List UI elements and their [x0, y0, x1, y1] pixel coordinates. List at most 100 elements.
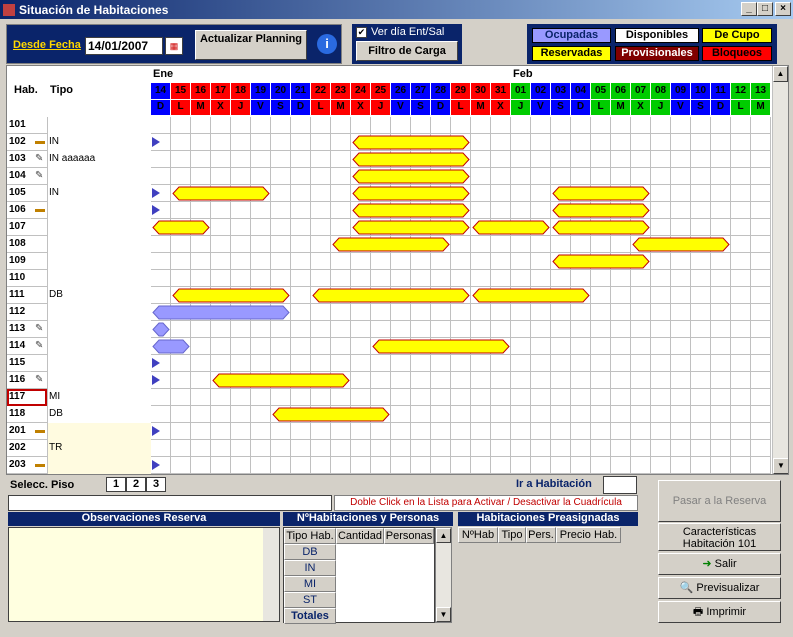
- grid-cell[interactable]: [351, 355, 371, 372]
- grid-cell[interactable]: [491, 134, 511, 151]
- grid-cell[interactable]: [351, 457, 371, 474]
- grid-cell[interactable]: [751, 372, 771, 389]
- grid-cell[interactable]: [731, 338, 751, 355]
- grid-cell[interactable]: [491, 185, 511, 202]
- grid-cell[interactable]: [371, 321, 391, 338]
- grid-cell[interactable]: [311, 389, 331, 406]
- grid-cell[interactable]: [671, 406, 691, 423]
- grid-cell[interactable]: [331, 338, 351, 355]
- grid-cell[interactable]: [191, 440, 211, 457]
- grid-cell[interactable]: [711, 168, 731, 185]
- grid-cell[interactable]: [611, 406, 631, 423]
- grid-cell[interactable]: [271, 389, 291, 406]
- grid-cell[interactable]: [731, 372, 751, 389]
- grid-cell[interactable]: [431, 372, 451, 389]
- grid-cell[interactable]: [751, 253, 771, 270]
- grid-cell[interactable]: [611, 389, 631, 406]
- grid-cell[interactable]: [431, 423, 451, 440]
- grid-cell[interactable]: [171, 168, 191, 185]
- grid-cell[interactable]: [171, 355, 191, 372]
- grid-cell[interactable]: [211, 406, 231, 423]
- grid-cell[interactable]: [211, 168, 231, 185]
- reservation-bar[interactable]: [552, 254, 650, 269]
- grid-cell[interactable]: [711, 117, 731, 134]
- grid-cell[interactable]: [631, 423, 651, 440]
- grid-cell[interactable]: [291, 219, 311, 236]
- grid-cell[interactable]: [731, 440, 751, 457]
- grid-cell[interactable]: [691, 457, 711, 474]
- close-button[interactable]: ×: [775, 2, 791, 16]
- grid-cell[interactable]: [151, 270, 171, 287]
- grid-cell[interactable]: [531, 338, 551, 355]
- grid-cell[interactable]: [211, 423, 231, 440]
- grid-cell[interactable]: [611, 236, 631, 253]
- grid-cell[interactable]: [571, 134, 591, 151]
- grid-cell[interactable]: [591, 355, 611, 372]
- grid-cell[interactable]: [331, 389, 351, 406]
- grid-cell[interactable]: [371, 355, 391, 372]
- grid-cell[interactable]: [311, 236, 331, 253]
- grid-cell[interactable]: [231, 406, 251, 423]
- grid-cell[interactable]: [571, 372, 591, 389]
- grid-cell[interactable]: [411, 372, 431, 389]
- grid-cell[interactable]: [611, 304, 631, 321]
- grid-cell[interactable]: [211, 321, 231, 338]
- num-table-scrollbar[interactable]: ▲ ▼: [435, 527, 452, 623]
- grid-cell[interactable]: [691, 134, 711, 151]
- grid-cell[interactable]: [751, 168, 771, 185]
- grid-cell[interactable]: [631, 134, 651, 151]
- grid-cell[interactable]: [291, 202, 311, 219]
- scroll-up-icon[interactable]: ▲: [436, 528, 451, 543]
- grid-cell[interactable]: [211, 355, 231, 372]
- grid-cell[interactable]: [731, 185, 751, 202]
- grid-cell[interactable]: [531, 151, 551, 168]
- grid-cell[interactable]: [351, 338, 371, 355]
- reservation-bar[interactable]: [332, 237, 450, 252]
- reservation-bar[interactable]: [352, 203, 470, 218]
- grid-cell[interactable]: [571, 270, 591, 287]
- grid-cell[interactable]: [191, 372, 211, 389]
- grid-cell[interactable]: [331, 134, 351, 151]
- grid-cell[interactable]: [191, 253, 211, 270]
- grid-cell[interactable]: [411, 117, 431, 134]
- grid-cell[interactable]: [511, 406, 531, 423]
- grid-cell[interactable]: [731, 406, 751, 423]
- grid-cell[interactable]: [391, 440, 411, 457]
- grid-cell[interactable]: [311, 440, 331, 457]
- grid-cell[interactable]: [231, 440, 251, 457]
- grid-cell[interactable]: [491, 151, 511, 168]
- grid-cell[interactable]: [691, 287, 711, 304]
- ir-habitacion-input[interactable]: [603, 476, 637, 494]
- grid-cell[interactable]: [651, 168, 671, 185]
- grid-cell[interactable]: [351, 253, 371, 270]
- grid-cell[interactable]: [431, 440, 451, 457]
- grid-cell[interactable]: [151, 236, 171, 253]
- room-number[interactable]: 109: [7, 253, 47, 270]
- grid-cell[interactable]: [711, 151, 731, 168]
- grid-cell[interactable]: [311, 202, 331, 219]
- grid-cell[interactable]: [411, 457, 431, 474]
- reservation-bar[interactable]: [472, 220, 550, 235]
- grid-cell[interactable]: [311, 151, 331, 168]
- grid-cell[interactable]: [471, 236, 491, 253]
- grid-cell[interactable]: [631, 389, 651, 406]
- grid-cell[interactable]: [431, 304, 451, 321]
- grid-cell[interactable]: [371, 457, 391, 474]
- scroll-down-icon[interactable]: ▼: [773, 458, 788, 474]
- grid-cell[interactable]: [191, 423, 211, 440]
- grid-cell[interactable]: [611, 457, 631, 474]
- grid-cell[interactable]: [591, 270, 611, 287]
- grid-cell[interactable]: [711, 270, 731, 287]
- grid-cell[interactable]: [491, 168, 511, 185]
- reservation-bar[interactable]: [472, 288, 590, 303]
- grid-cell[interactable]: [751, 270, 771, 287]
- piso-3-button[interactable]: 3: [146, 477, 166, 492]
- previsualizar-button[interactable]: 🔍 Previsualizar: [658, 577, 781, 599]
- grid-cell[interactable]: [551, 372, 571, 389]
- grid-cell[interactable]: [431, 457, 451, 474]
- grid-cell[interactable]: [471, 355, 491, 372]
- grid-cell[interactable]: [571, 457, 591, 474]
- grid-cell[interactable]: [591, 338, 611, 355]
- grid-cell[interactable]: [391, 372, 411, 389]
- grid-cell[interactable]: [431, 389, 451, 406]
